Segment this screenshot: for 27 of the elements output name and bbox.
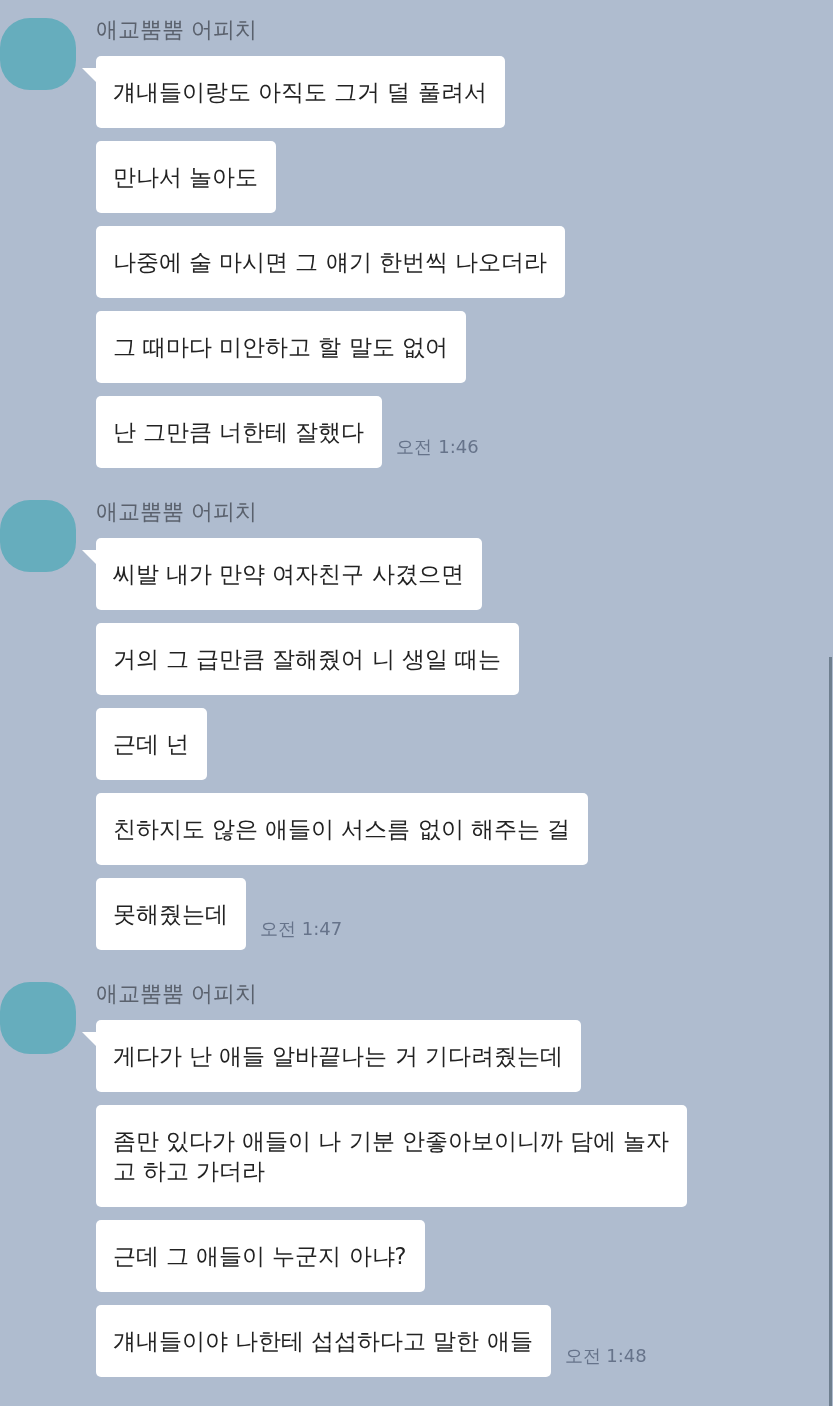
avatar[interactable] xyxy=(0,500,76,572)
scrollbar-thumb[interactable] xyxy=(829,657,832,1406)
sender-name: 애교뿜뿜 어피치 xyxy=(96,498,257,526)
message-bubble: 걔내들이야 나한테 섭섭하다고 말한 애들 xyxy=(96,1305,551,1377)
message-bubble: 난 그만큼 너한테 잘했다 xyxy=(96,396,383,468)
avatar[interactable] xyxy=(0,18,76,90)
message-time: 오전 1:46 xyxy=(396,435,479,459)
message-bubble: 걔내들이랑도 아직도 그거 덜 풀려서 xyxy=(96,56,505,128)
message-bubble: 거의 그 급만큼 잘해줬어 니 생일 때는 xyxy=(96,623,519,695)
bubble-tail-icon xyxy=(82,550,96,564)
message-bubble: 근데 그 애들이 누군지 아냐? xyxy=(96,1220,425,1292)
bubble-tail-icon xyxy=(82,1032,96,1046)
message-bubble: 친하지도 않은 애들이 서스름 없이 해주는 걸 xyxy=(96,793,588,865)
sender-name: 애교뿜뿜 어피치 xyxy=(96,16,257,44)
message-bubble: 그 때마다 미안하고 할 말도 없어 xyxy=(96,311,466,383)
message-time: 오전 1:48 xyxy=(564,1344,647,1368)
message-bubble: 못해줬는데 xyxy=(96,878,246,950)
message-bubble: 좀만 있다가 애들이 나 기분 안좋아보이니까 담에 놀자 고 하고 가더라 xyxy=(96,1105,688,1207)
sender-name: 애교뿜뿜 어피치 xyxy=(96,980,257,1008)
message-bubble: 만나서 놀아도 xyxy=(96,141,277,213)
message-bubble: 나중에 술 마시면 그 얘기 한번씩 나오더라 xyxy=(96,226,565,298)
avatar[interactable] xyxy=(0,982,76,1054)
message-bubble: 씨발 내가 만약 여자친구 사겼으면 xyxy=(96,538,482,610)
message-bubble: 게다가 난 애들 알바끝나는 거 기다려줬는데 xyxy=(96,1020,581,1092)
message-time: 오전 1:47 xyxy=(260,917,343,941)
bubble-tail-icon xyxy=(82,68,96,82)
message-bubble: 근데 넌 xyxy=(96,708,208,780)
